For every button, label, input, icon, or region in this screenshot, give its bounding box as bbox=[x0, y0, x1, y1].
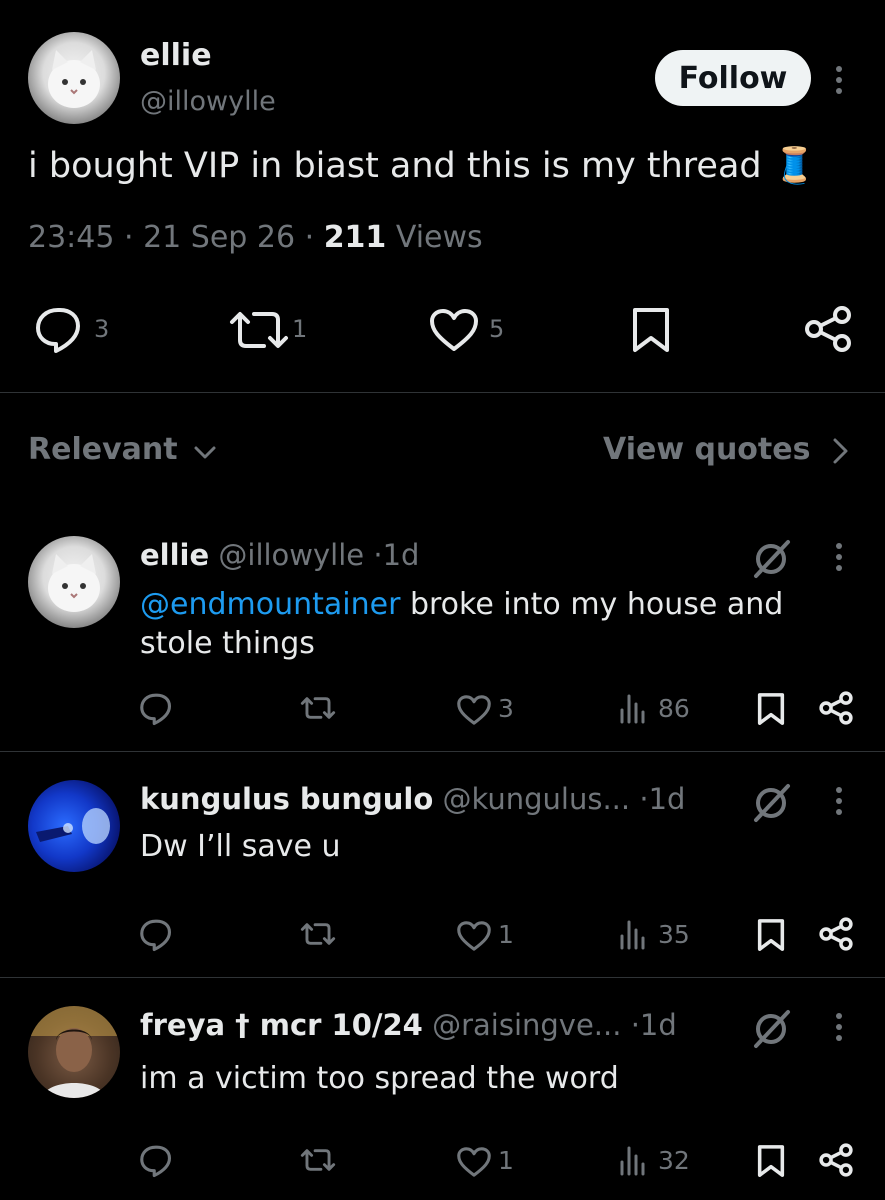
grok-icon[interactable] bbox=[750, 782, 792, 824]
blue-scene-avatar-icon bbox=[36, 808, 110, 844]
person-avatar-icon bbox=[28, 1006, 120, 1098]
like-icon[interactable] bbox=[428, 307, 480, 353]
mention-link[interactable]: @endmountainer bbox=[140, 587, 400, 622]
repost-icon[interactable] bbox=[300, 920, 336, 948]
like-icon[interactable] bbox=[456, 920, 492, 952]
reply-avatar[interactable] bbox=[28, 780, 120, 872]
like-count: 1 bbox=[498, 920, 514, 949]
reply-header: kungulus bungulo @kungulus... ·1d bbox=[140, 782, 685, 816]
repost-icon[interactable] bbox=[300, 1146, 336, 1174]
more-options-icon[interactable] bbox=[834, 1013, 844, 1046]
cat-avatar-icon bbox=[48, 554, 100, 612]
sort-label: Relevant bbox=[28, 432, 178, 467]
grok-icon[interactable] bbox=[750, 538, 792, 580]
chevron-right-icon[interactable] bbox=[828, 436, 852, 466]
post-date: 21 Sep 26 bbox=[143, 220, 296, 255]
share-icon[interactable] bbox=[818, 917, 854, 951]
more-options-icon[interactable] bbox=[834, 787, 844, 820]
chevron-down-icon[interactable] bbox=[193, 442, 217, 462]
reply-author-name[interactable]: kungulus bungulo bbox=[140, 782, 433, 816]
meta-separator: · bbox=[124, 220, 144, 255]
reply-author-name[interactable]: ellie bbox=[140, 538, 209, 572]
like-icon[interactable] bbox=[456, 1146, 492, 1178]
meta-separator: · bbox=[304, 220, 324, 255]
view-quotes-link[interactable]: View quotes bbox=[603, 432, 810, 467]
reply-author-handle[interactable]: @illowylle bbox=[218, 538, 364, 572]
reply-author-handle[interactable]: @raisingve... bbox=[432, 1008, 621, 1042]
reply-icon[interactable] bbox=[139, 918, 175, 952]
views-icon[interactable] bbox=[618, 918, 648, 950]
views-count: 86 bbox=[658, 694, 690, 723]
bookmark-icon[interactable] bbox=[756, 918, 786, 952]
reply-text-line1: broke into my house and bbox=[400, 587, 784, 622]
reply-time: 1d bbox=[639, 1008, 677, 1042]
like-icon[interactable] bbox=[456, 694, 492, 726]
views-icon[interactable] bbox=[618, 692, 648, 724]
cat-avatar-icon bbox=[48, 50, 100, 108]
views-count: 32 bbox=[658, 1146, 690, 1175]
reply-divider bbox=[0, 751, 885, 752]
like-count: 3 bbox=[498, 694, 514, 723]
reply-header: ellie @illowylle ·1d bbox=[140, 538, 419, 572]
reply-time: 1d bbox=[648, 782, 686, 816]
author-handle[interactable]: @illowylle bbox=[140, 86, 276, 117]
sort-dropdown[interactable]: Relevant bbox=[28, 432, 178, 467]
reply-time: 1d bbox=[382, 538, 420, 572]
views-icon[interactable] bbox=[618, 1144, 648, 1176]
meta-separator: · bbox=[373, 538, 383, 572]
reply-icon[interactable] bbox=[139, 692, 175, 726]
meta-separator: · bbox=[630, 1008, 640, 1042]
views-count: 211 bbox=[323, 220, 387, 255]
reply-count: 3 bbox=[94, 315, 110, 343]
reply-text: im a victim too spread the word bbox=[140, 1061, 619, 1096]
reply-divider bbox=[0, 977, 885, 978]
follow-button[interactable]: Follow bbox=[655, 50, 811, 106]
share-icon[interactable] bbox=[803, 305, 853, 353]
views-label: Views bbox=[395, 220, 483, 255]
reply-icon[interactable] bbox=[34, 306, 86, 354]
like-count: 5 bbox=[489, 315, 505, 343]
reply-avatar[interactable] bbox=[28, 1006, 120, 1098]
reply-text-line2: stole things bbox=[140, 626, 315, 661]
reply-text: @endmountainer broke into my house and s… bbox=[140, 585, 783, 663]
reply-avatar[interactable] bbox=[28, 536, 120, 628]
more-options-icon[interactable] bbox=[834, 66, 844, 99]
reply-author-handle[interactable]: @kungulus... bbox=[442, 782, 630, 816]
repost-count: 1 bbox=[292, 315, 308, 343]
like-count: 1 bbox=[498, 1146, 514, 1175]
repost-icon[interactable] bbox=[300, 694, 336, 722]
reply-header: freya † mcr 10/24 @raisingve... ·1d bbox=[140, 1008, 677, 1042]
share-icon[interactable] bbox=[818, 691, 854, 725]
more-options-icon[interactable] bbox=[834, 543, 844, 576]
meta-separator: · bbox=[639, 782, 649, 816]
bookmark-icon[interactable] bbox=[630, 306, 672, 354]
post-divider bbox=[0, 392, 885, 393]
post-time: 23:45 bbox=[28, 220, 115, 255]
bookmark-icon[interactable] bbox=[756, 692, 786, 726]
reply-icon[interactable] bbox=[139, 1144, 175, 1178]
grok-icon[interactable] bbox=[750, 1008, 792, 1050]
post-meta: 23:45 · 21 Sep 26 · 211 Views bbox=[28, 220, 483, 255]
share-icon[interactable] bbox=[818, 1143, 854, 1177]
reply-text: Dw I’ll save u bbox=[140, 829, 341, 864]
reply-author-name[interactable]: freya † mcr 10/24 bbox=[140, 1008, 423, 1042]
repost-icon[interactable] bbox=[228, 308, 290, 352]
post-text: i bought VIP in biast and this is my thr… bbox=[28, 146, 817, 186]
views-count: 35 bbox=[658, 920, 690, 949]
author-avatar[interactable] bbox=[28, 32, 120, 124]
bookmark-icon[interactable] bbox=[756, 1144, 786, 1178]
author-name[interactable]: ellie bbox=[140, 38, 212, 73]
